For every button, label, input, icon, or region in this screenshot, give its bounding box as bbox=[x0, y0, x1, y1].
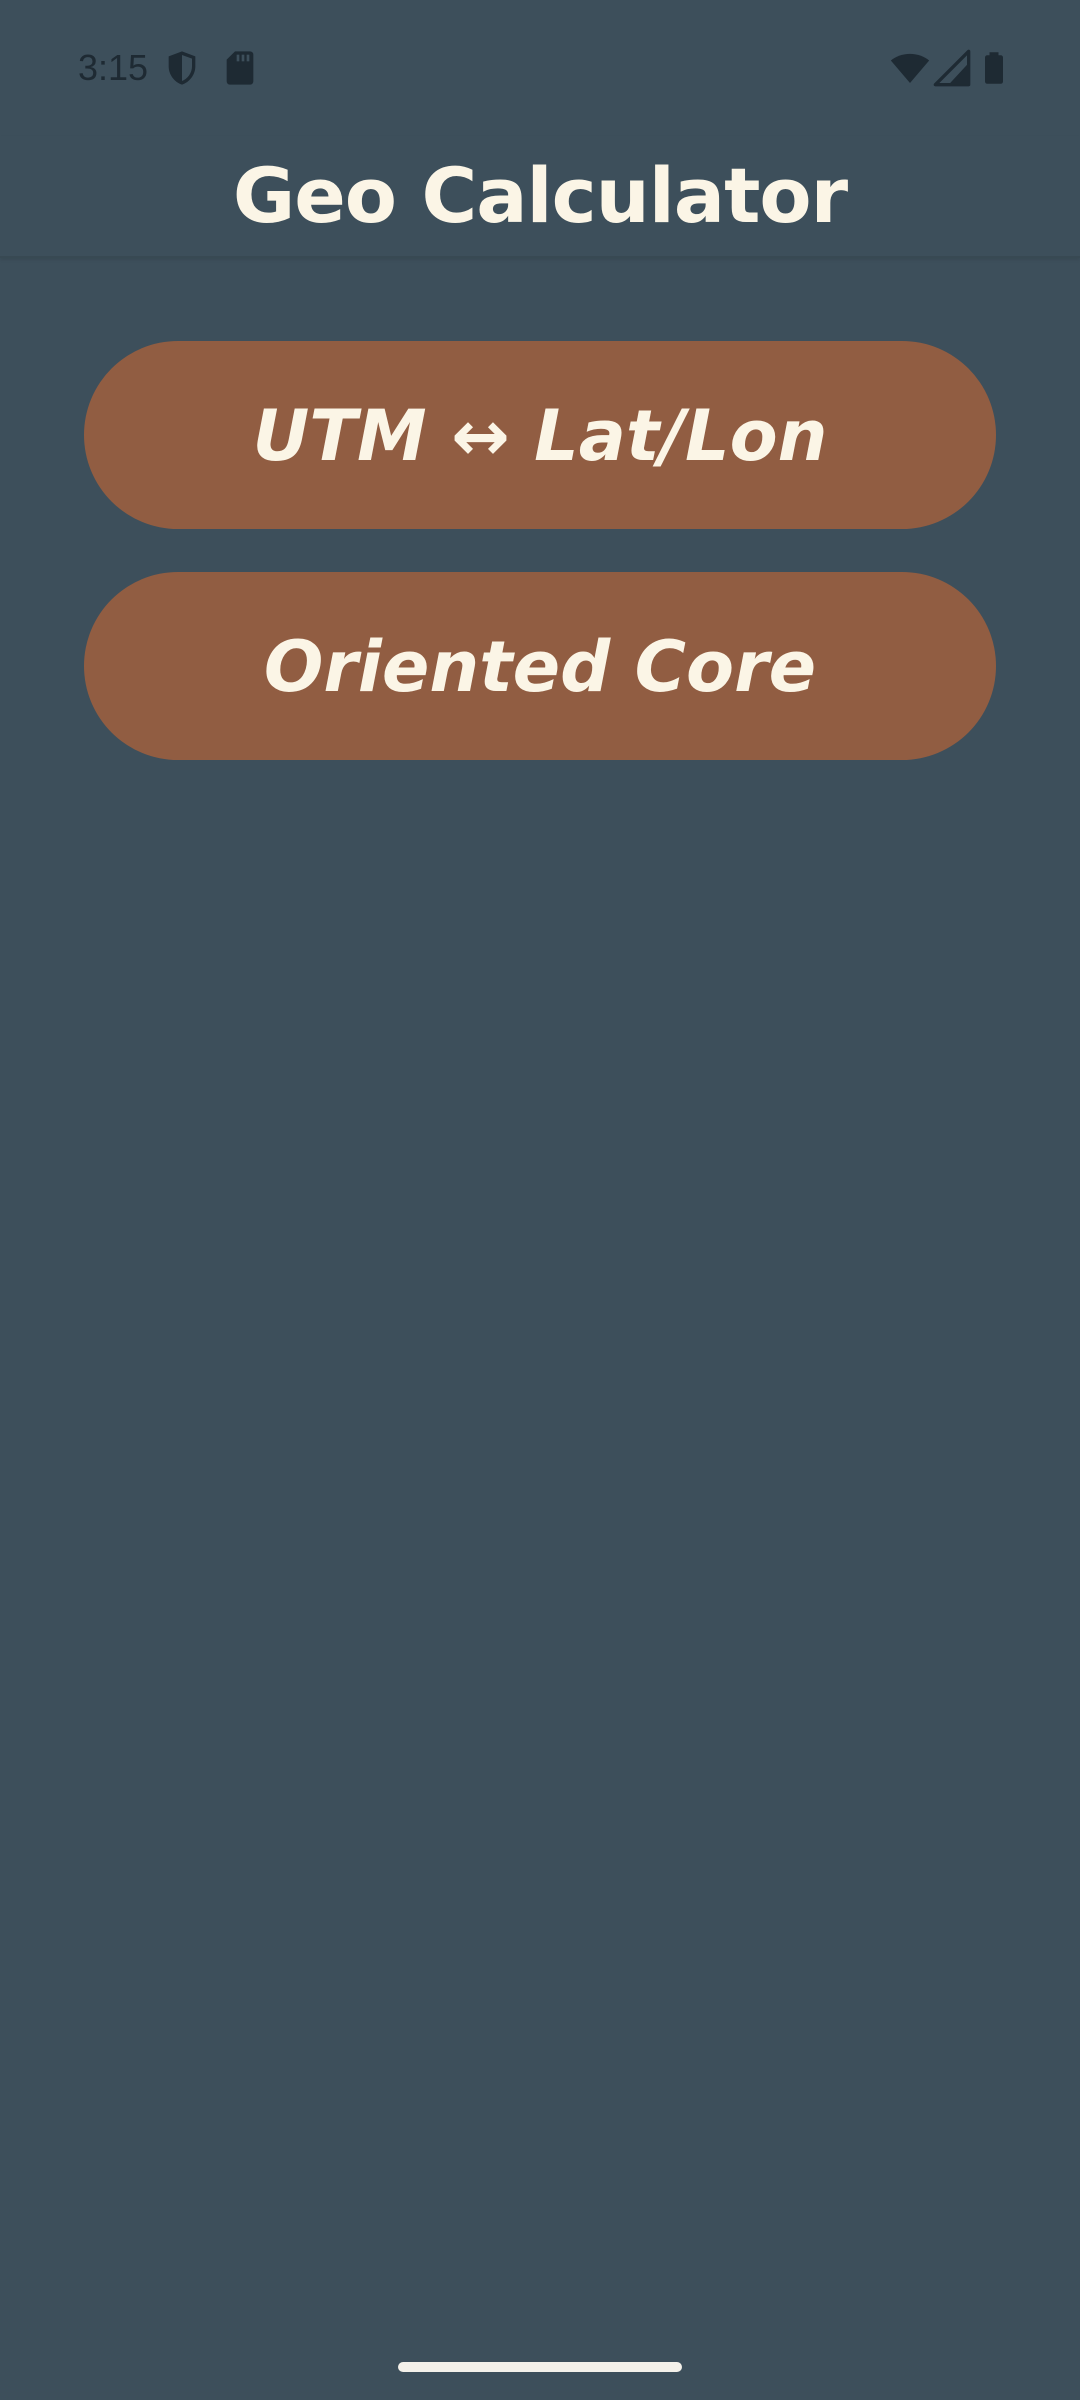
wifi-icon bbox=[888, 48, 932, 88]
sd-card-icon bbox=[220, 48, 260, 88]
app-title: Geo Calculator bbox=[232, 151, 848, 240]
shield-icon bbox=[162, 48, 202, 88]
oriented-core-button[interactable]: Oriented Core bbox=[84, 572, 996, 760]
utm-lat-lon-button[interactable]: UTM ↔ Lat/Lon bbox=[84, 341, 996, 529]
status-time: 3:15 bbox=[78, 47, 149, 88]
status-bar: 3:15 bbox=[0, 0, 1080, 136]
screen: 3:15 Geo Calculator UTM ↔ Lat/Lon Orient… bbox=[0, 0, 1080, 2400]
battery-icon bbox=[976, 48, 1012, 88]
home-indicator[interactable] bbox=[398, 2362, 682, 2372]
signal-icon bbox=[932, 48, 972, 88]
app-bar: Geo Calculator bbox=[0, 136, 1080, 258]
